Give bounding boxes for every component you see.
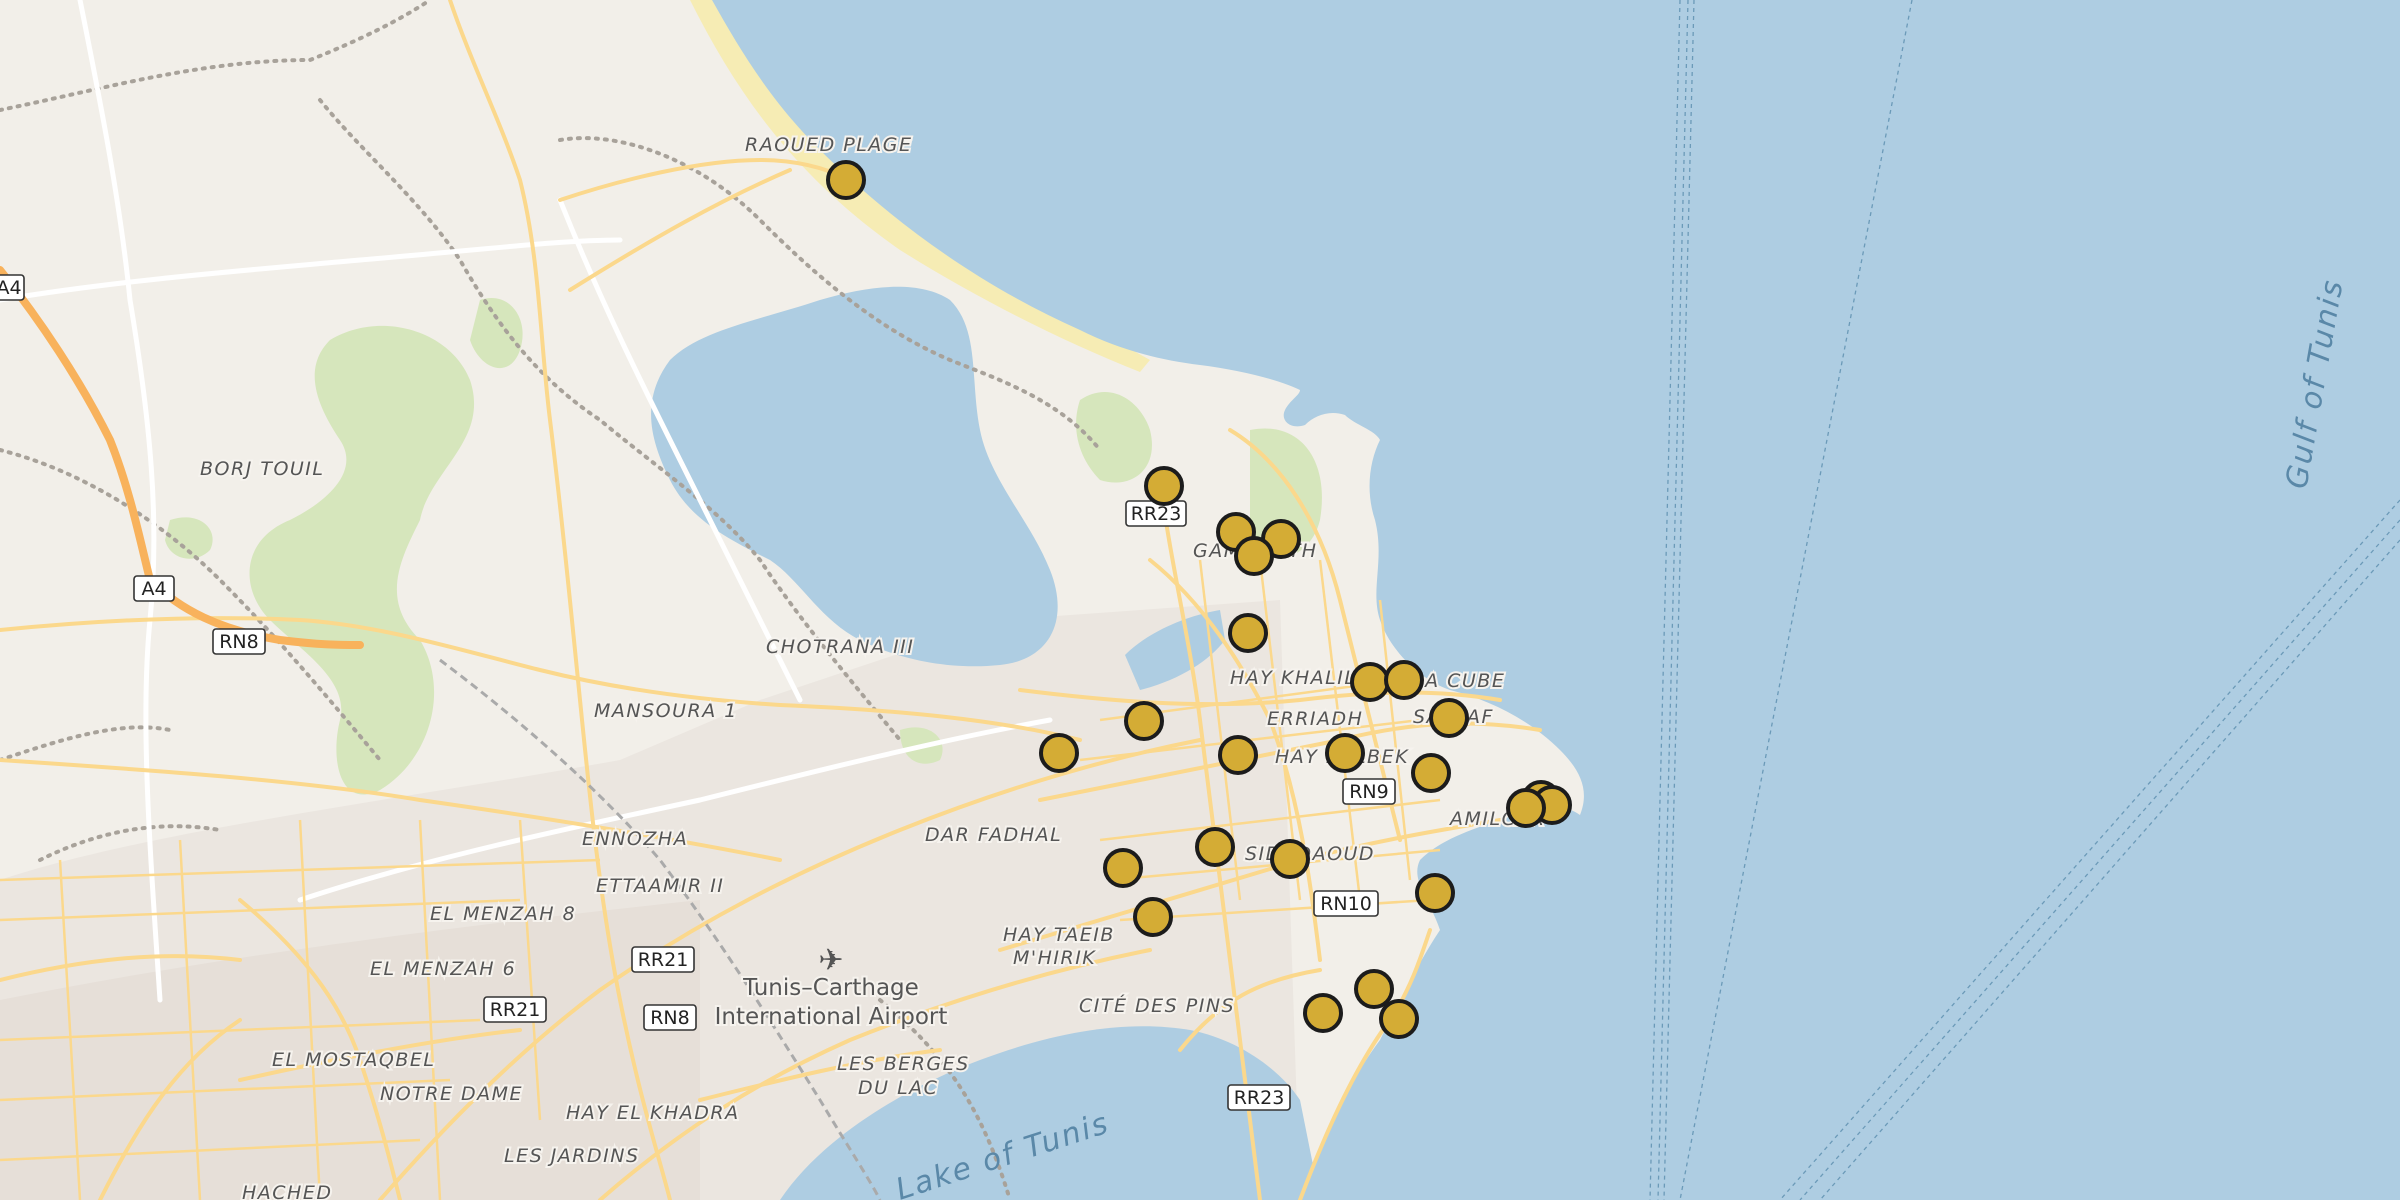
map-marker[interactable] (1039, 733, 1079, 773)
road-shield: A4 (133, 575, 175, 602)
place-label: SIDI DAOUD (1245, 843, 1375, 865)
road-shield: RN10 (1313, 890, 1379, 917)
svg-text:RN8: RN8 (650, 1007, 690, 1029)
map-marker[interactable] (1429, 698, 1469, 738)
map-marker[interactable] (1411, 753, 1451, 793)
place-label: CHOTRANA III (766, 636, 914, 658)
place-label: HAY TAEIB (1003, 924, 1115, 946)
place-label: HACHED (242, 1182, 332, 1200)
place-label: LA CUBE (1413, 670, 1505, 692)
map-marker[interactable] (1103, 848, 1143, 888)
place-label: BORJ TOUIL (200, 458, 325, 480)
map-marker[interactable] (1124, 701, 1164, 741)
svg-text:RR23: RR23 (1131, 503, 1182, 525)
svg-text:RN9: RN9 (1349, 781, 1389, 803)
road-shield: RN8 (643, 1004, 697, 1031)
map-marker[interactable] (1144, 466, 1184, 506)
road-shield: A4 (0, 274, 25, 301)
svg-text:RR21: RR21 (638, 949, 689, 971)
place-label: ERRIADH (1267, 708, 1363, 730)
map-marker[interactable] (1218, 735, 1258, 775)
map-marker[interactable] (1379, 999, 1419, 1039)
place-label: RAOUED PLAGE (745, 134, 913, 156)
place-label: CITÉ DES PINS (1079, 994, 1235, 1017)
place-label: M'HIRIK (1013, 947, 1096, 969)
svg-text:A4: A4 (141, 578, 166, 600)
map-marker[interactable] (1234, 536, 1274, 576)
svg-text:RR21: RR21 (490, 999, 541, 1021)
place-label: EL MENZAH 8 (430, 903, 576, 925)
place-label: EL MENZAH 6 (370, 958, 516, 980)
map-marker[interactable] (1325, 733, 1365, 773)
svg-text:RN10: RN10 (1320, 893, 1372, 915)
place-label: MANSOURA 1 (594, 700, 738, 722)
airport-label-line2: International Airport (715, 1004, 948, 1030)
airplane-icon: ✈ (818, 943, 843, 978)
place-label: LES BERGES (837, 1053, 970, 1075)
road-shield: RN8 (212, 628, 266, 655)
road-shield: RR21 (483, 996, 547, 1023)
place-label: DU LAC (858, 1077, 938, 1099)
svg-text:A4: A4 (0, 277, 22, 299)
svg-text:RR23: RR23 (1234, 1087, 1285, 1109)
map-marker[interactable] (1506, 788, 1546, 828)
map-marker[interactable] (1354, 969, 1394, 1009)
map-marker[interactable] (1350, 662, 1390, 702)
place-label: DAR FADHAL (925, 824, 1062, 846)
map-marker[interactable] (826, 160, 866, 200)
place-label: ENNOZHA (582, 828, 688, 850)
basemap[interactable]: Gulf of Tunis Lake of Tunis RAOUED PLAGE… (0, 0, 2400, 1200)
airport-label-line1: Tunis–Carthage (742, 975, 919, 1001)
place-label: ETTAAMIR II (596, 875, 724, 897)
road-shield: RR23 (1227, 1084, 1291, 1111)
road-shield: RR21 (631, 946, 695, 973)
road-shield: RR23 (1125, 500, 1187, 527)
map-view[interactable]: Gulf of Tunis Lake of Tunis RAOUED PLAGE… (0, 0, 2400, 1200)
map-marker[interactable] (1195, 827, 1235, 867)
place-label: HAY EL KHADRA (566, 1102, 740, 1124)
svg-text:RN8: RN8 (219, 631, 259, 653)
place-label: LES JARDINS (504, 1145, 640, 1167)
road-shield: RN9 (1342, 778, 1396, 805)
map-marker[interactable] (1228, 613, 1268, 653)
map-marker[interactable] (1384, 660, 1424, 700)
map-marker[interactable] (1270, 839, 1310, 879)
map-marker[interactable] (1133, 897, 1173, 937)
map-marker[interactable] (1303, 993, 1343, 1033)
place-label: NOTRE DAME (380, 1083, 523, 1105)
place-label: HAY KHALIL (1230, 667, 1356, 689)
map-marker[interactable] (1415, 873, 1455, 913)
place-label: EL MOSTAQBEL (272, 1049, 435, 1071)
